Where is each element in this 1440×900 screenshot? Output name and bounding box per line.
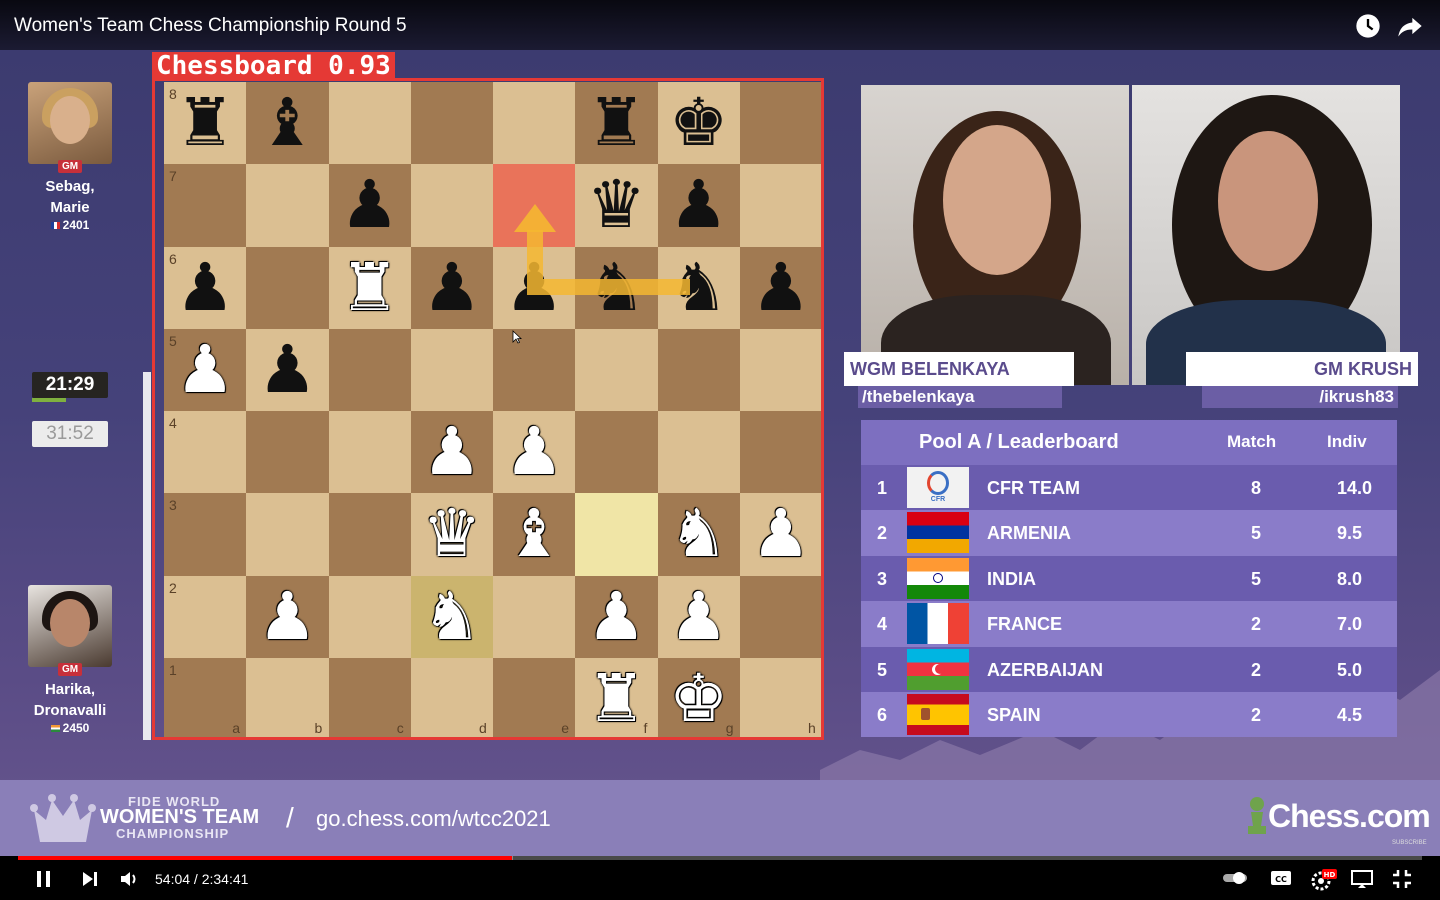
azerbaijan-flag-icon [907, 648, 969, 690]
player-avatar [28, 82, 112, 164]
india-flag-icon [907, 557, 969, 599]
fide-title-line3: CHAMPIONSHIP [116, 826, 230, 841]
match-points: 2 [1251, 704, 1262, 725]
leaderboard-row: 4 FRANCE 2 7.0 [861, 601, 1397, 647]
france-flag-icon [50, 222, 60, 230]
webcam-name-left: WGM BELENKAYA [844, 352, 1074, 386]
team-name: AZERBAIJAN [987, 659, 1104, 680]
webcam-name-right: GM KRUSH [1186, 352, 1418, 386]
cfr-logo-icon: CFR [907, 467, 969, 508]
clock-active: 21:29 [32, 372, 108, 398]
player-bottom: GM Harika, Dronavalli 2450 [22, 585, 118, 735]
rank: 4 [877, 614, 888, 635]
match-points: 5 [1251, 523, 1262, 544]
rank: 5 [877, 659, 888, 680]
detection-label: Chessboard 0.93 [152, 52, 395, 80]
player-avatar [28, 585, 112, 667]
video-title[interactable]: Women's Team Chess Championship Round 5 [14, 15, 407, 37]
pause-icon[interactable] [34, 869, 54, 889]
webcam-handle-right: /ikrush83 [1202, 386, 1398, 408]
video-controls: 54:04 / 2:34:41 CC HD [0, 856, 1440, 900]
fide-crown-logo-icon [30, 794, 96, 842]
rank: 6 [877, 704, 888, 725]
team-name: SPAIN [987, 704, 1041, 725]
title-badge: GM [57, 160, 83, 173]
clock-inactive: 31:52 [32, 421, 108, 447]
spain-flag-icon [907, 693, 969, 735]
share-icon[interactable] [1396, 12, 1424, 40]
video-frame[interactable]: Women's Team Chess Championship Round 5 … [0, 0, 1440, 900]
leaderboard: Pool A / Leaderboard Match Indiv 1 CFR C… [861, 420, 1397, 738]
team-name: FRANCE [987, 614, 1062, 635]
indiv-points: 9.5 [1337, 523, 1363, 544]
leaderboard-row: 2 ARMENIA 5 9.5 [861, 510, 1397, 556]
svg-text:CC: CC [1275, 875, 1287, 884]
armenia-flag-icon [907, 512, 969, 554]
column-match: Match [1227, 432, 1277, 451]
rank: 2 [877, 523, 888, 544]
match-points: 2 [1251, 614, 1262, 635]
eval-bar [143, 372, 151, 740]
settings-icon[interactable]: HD [1310, 869, 1338, 891]
event-banner: FIDE WORLD WOMEN'S TEAM CHAMPIONSHIP / g… [0, 780, 1440, 856]
player-name: Sebag, Marie [45, 178, 95, 216]
leaderboard-row: 3 INDIA 5 8.0 [861, 555, 1397, 602]
indiv-points: 4.5 [1337, 704, 1363, 725]
clock-progress-bar [32, 398, 66, 402]
subscribe-watermark[interactable]: SUBSCRIBE [1392, 840, 1427, 846]
team-name: ARMENIA [987, 523, 1071, 544]
webcam-left [861, 85, 1129, 385]
svg-text:HD: HD [1324, 871, 1336, 879]
volume-icon[interactable] [119, 869, 141, 889]
player-rating: 2450 [22, 721, 118, 735]
banner-divider: / [286, 802, 294, 833]
event-url: go.chess.com/wtcc2021 [316, 806, 551, 831]
player-name: Harika, Dronavalli [33, 681, 107, 719]
team-name: INDIA [987, 568, 1036, 589]
player-top: GM Sebag, Marie 2401 [22, 82, 118, 232]
leaderboard-row: 1 CFR CFR TEAM 8 14.0 [861, 465, 1397, 511]
indiv-points: 14.0 [1337, 478, 1373, 498]
captions-icon[interactable]: CC [1270, 869, 1292, 887]
title-badge: GM [57, 663, 83, 676]
indiv-points: 5.0 [1337, 659, 1363, 680]
progress-played [18, 856, 512, 860]
match-points: 8 [1251, 478, 1262, 498]
player-rating: 2401 [22, 218, 118, 232]
fullscreen-exit-icon[interactable] [1392, 869, 1412, 889]
rank: 3 [877, 568, 888, 589]
column-indiv: Indiv [1327, 432, 1367, 451]
indiv-points: 8.0 [1337, 568, 1363, 589]
leaderboard-header: Pool A / Leaderboard Match Indiv [861, 420, 1397, 465]
video-top-bar: Women's Team Chess Championship Round 5 [0, 0, 1440, 50]
webcam-handle-left: /thebelenkaya [858, 386, 1062, 408]
chesscom-logo[interactable]: Chess.com [1250, 798, 1431, 835]
next-icon[interactable] [80, 869, 100, 889]
detection-box [152, 78, 824, 740]
match-points: 5 [1251, 568, 1262, 589]
leaderboard-row: 5 AZERBAIJAN 2 5.0 [861, 646, 1397, 692]
team-name: CFR TEAM [987, 478, 1080, 498]
france-flag-icon [907, 603, 969, 645]
india-flag-icon [50, 725, 60, 733]
indiv-points: 7.0 [1337, 614, 1363, 635]
rank: 1 [877, 478, 888, 498]
time-display: 54:04 / 2:34:41 [155, 871, 249, 887]
match-points: 2 [1251, 659, 1262, 680]
autoplay-toggle-icon[interactable] [1222, 869, 1250, 887]
leaderboard-title: Pool A / Leaderboard [919, 431, 1119, 453]
clock-icon[interactable] [1354, 12, 1382, 40]
cast-icon[interactable] [1350, 869, 1374, 889]
leaderboard-row: 6 SPAIN 2 4.5 [861, 691, 1397, 738]
webcam-right [1132, 85, 1400, 385]
